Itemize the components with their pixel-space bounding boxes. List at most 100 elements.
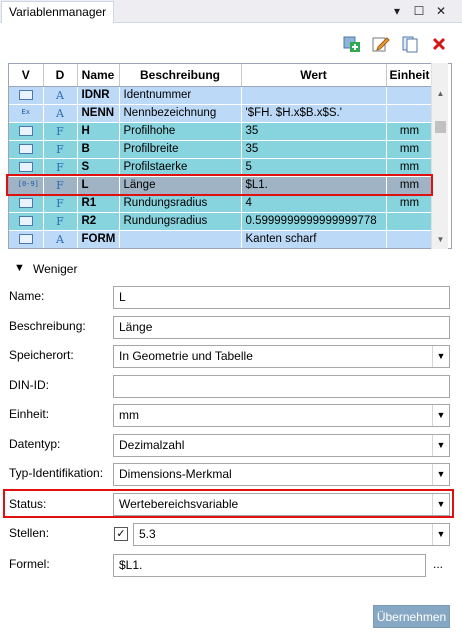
toggle-less-label[interactable]: Weniger — [33, 262, 77, 276]
apply-button[interactable]: Übernehmen — [373, 605, 450, 628]
value-cell: '$FH. $H.x$B.x$S.' — [241, 104, 387, 123]
description-label: Beschreibung: — [9, 319, 86, 333]
din-id-label: DIN-ID: — [9, 378, 49, 392]
digits-checkbox[interactable]: ✓ — [114, 527, 128, 541]
data-type-icon: F — [56, 124, 64, 138]
table-row[interactable]: F R2 Rundungsradius 0.5999999999999999778 — [9, 212, 434, 231]
description-field[interactable]: Länge — [113, 316, 450, 339]
digits-select[interactable]: 5.3 ▼ — [133, 523, 450, 546]
value-cell: 0.5999999999999999778 — [241, 212, 387, 231]
variable-type-icon — [18, 215, 33, 226]
unit-value: mm — [119, 408, 139, 422]
table-row[interactable]: A IDNR Identnummer — [9, 86, 434, 105]
chevron-down-icon[interactable]: ▼ — [432, 405, 449, 426]
column-header-v[interactable]: V — [9, 64, 44, 87]
copy-icon[interactable] — [401, 35, 419, 53]
grid-header: V D Name Beschreibung Wert Einheit — [9, 64, 434, 87]
value-cell — [241, 86, 387, 105]
unit-cell — [386, 104, 434, 123]
column-header-d[interactable]: D — [43, 64, 78, 87]
variable-type-icon — [18, 161, 33, 172]
maximize-icon[interactable]: ☐ — [410, 2, 428, 20]
chevron-down-icon[interactable]: ▼ — [432, 464, 449, 485]
type-identification-select[interactable]: Dimensions-Merkmal ▼ — [113, 463, 450, 486]
name-cell: R2 — [77, 212, 120, 231]
variable-type-icon — [18, 89, 33, 100]
d-cell: A — [43, 86, 78, 105]
description-cell: Nennbezeichnung — [119, 104, 242, 123]
description-cell: Rundungsradius — [119, 194, 242, 213]
variable-type-icon — [18, 197, 33, 208]
add-variable-icon[interactable] — [343, 35, 361, 53]
description-cell: Profilbreite — [119, 140, 242, 159]
scroll-down-icon[interactable]: ▼ — [432, 231, 449, 248]
table-row[interactable]: F B Profilbreite 35 mm — [9, 140, 434, 159]
datatype-value: Dezimalzahl — [119, 438, 185, 452]
v-cell: Ex — [9, 104, 44, 123]
name-cell: B — [77, 140, 120, 159]
value-cell: 35 — [241, 140, 387, 159]
datatype-label: Datentyp: — [9, 437, 61, 451]
collapse-triangle-icon[interactable]: ▼ — [14, 262, 25, 274]
v-cell — [9, 140, 44, 159]
column-header-name[interactable]: Name — [77, 64, 120, 87]
type-identification-label: Typ-Identifikation: — [9, 466, 104, 480]
chevron-down-icon[interactable]: ▼ — [432, 524, 449, 545]
description-cell: Identnummer — [119, 86, 242, 105]
d-cell: F — [43, 194, 78, 213]
dropdown-icon[interactable]: ▾ — [388, 2, 406, 20]
column-header-value[interactable]: Wert — [241, 64, 387, 87]
type-identification-value: Dimensions-Merkmal — [119, 467, 232, 481]
chevron-down-icon[interactable]: ▼ — [432, 346, 449, 367]
d-cell: F — [43, 122, 78, 141]
datatype-select[interactable]: Dezimalzahl ▼ — [113, 434, 450, 457]
unit-select[interactable]: mm ▼ — [113, 404, 450, 427]
variables-grid: V D Name Beschreibung Wert Einheit A IDNR… — [8, 63, 452, 249]
storage-select[interactable]: In Geometrie und Tabelle ▼ — [113, 345, 450, 368]
d-cell: A — [43, 104, 78, 123]
data-type-icon: F — [56, 160, 64, 174]
value-cell: 35 — [241, 122, 387, 141]
chevron-down-icon[interactable]: ▼ — [432, 435, 449, 456]
table-row[interactable]: F H Profilhohe 35 mm — [9, 122, 434, 141]
column-header-description[interactable]: Beschreibung — [119, 64, 242, 87]
table-row[interactable]: A FORM Kanten scharf — [9, 230, 434, 248]
scroll-up-icon[interactable]: ▲ — [432, 85, 449, 102]
formula-more-button[interactable]: ... — [433, 557, 443, 571]
name-cell: R1 — [77, 194, 120, 213]
variable-type-icon — [18, 143, 33, 154]
storage-label: Speicherort: — [9, 348, 74, 362]
variable-type-icon — [18, 125, 33, 136]
v-cell — [9, 86, 44, 105]
unit-cell — [386, 212, 434, 231]
name-label: Name: — [9, 289, 45, 303]
window-tab[interactable]: Variablenmanager — [1, 1, 115, 23]
name-field[interactable]: L — [113, 286, 450, 309]
data-type-icon: F — [56, 214, 64, 228]
data-type-icon: F — [56, 196, 64, 210]
delete-icon[interactable] — [430, 35, 448, 53]
table-row[interactable]: F R1 Rundungsradius 4 mm — [9, 194, 434, 213]
table-row[interactable]: Ex A NENN Nennbezeichnung '$FH. $H.x$B.x$S.' — [9, 104, 434, 123]
data-type-icon: A — [56, 232, 64, 246]
din-id-field[interactable] — [113, 375, 450, 398]
edit-icon[interactable] — [372, 35, 390, 53]
formula-field[interactable]: $L1. — [113, 554, 426, 577]
unit-cell: mm — [386, 140, 434, 159]
scroll-thumb[interactable] — [435, 121, 446, 133]
grid-scrollbar[interactable]: ▲ ▼ — [431, 63, 448, 249]
value-cell: 4 — [241, 194, 387, 213]
column-header-unit[interactable]: Einheit — [386, 64, 434, 87]
name-cell: FORM — [77, 230, 120, 248]
close-window-icon[interactable]: ✕ — [432, 2, 450, 20]
data-type-icon: A — [56, 88, 64, 102]
v-cell — [9, 212, 44, 231]
v-cell — [9, 194, 44, 213]
unit-cell: mm — [386, 194, 434, 213]
digits-label: Stellen: — [9, 526, 50, 540]
storage-value: In Geometrie und Tabelle — [119, 349, 253, 363]
highlight-selected-row — [6, 174, 433, 196]
d-cell: F — [43, 212, 78, 231]
digits-value: 5.3 — [139, 527, 156, 541]
name-cell: H — [77, 122, 120, 141]
